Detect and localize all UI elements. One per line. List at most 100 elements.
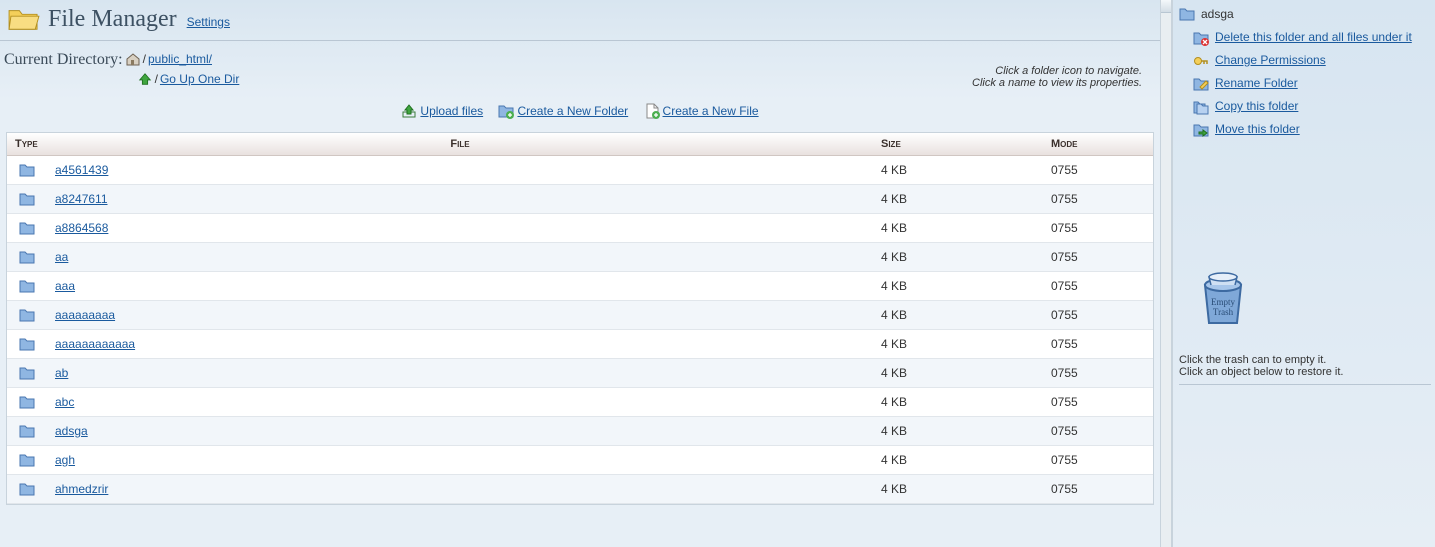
folder-icon[interactable]	[19, 336, 35, 352]
file-mode: 0755	[1043, 360, 1153, 386]
move-folder-link[interactable]: Move this folder	[1215, 121, 1300, 137]
table-row: a8864568 4 KB0755	[7, 214, 1153, 243]
folder-icon[interactable]	[19, 278, 35, 294]
file-name-link[interactable]: aaa	[55, 279, 75, 293]
file-size: 4 KB	[873, 157, 1043, 183]
file-mode: 0755	[1043, 447, 1153, 473]
file-size: 4 KB	[873, 389, 1043, 415]
folder-icon[interactable]	[19, 220, 35, 236]
file-size: 4 KB	[873, 244, 1043, 270]
rename-folder-link[interactable]: Rename Folder	[1215, 75, 1298, 91]
col-header-size[interactable]: Size	[873, 133, 1043, 155]
delete-folder-icon	[1193, 30, 1209, 46]
table-row: agh 4 KB0755	[7, 446, 1153, 475]
upload-files-link[interactable]: Upload files	[420, 104, 483, 118]
folder-icon[interactable]	[19, 481, 35, 497]
file-size: 4 KB	[873, 273, 1043, 299]
go-up-link[interactable]: Go Up One Dir	[160, 72, 239, 86]
file-size: 4 KB	[873, 476, 1043, 502]
table-row: abc 4 KB0755	[7, 388, 1153, 417]
file-name-link[interactable]: aaaaaaaaaaaa	[55, 337, 135, 351]
folder-icon[interactable]	[19, 452, 35, 468]
folder-icon[interactable]	[19, 162, 35, 178]
file-name-link[interactable]: a8247611	[55, 192, 108, 206]
change-permissions-link[interactable]: Change Permissions	[1215, 52, 1326, 68]
folder-icon[interactable]	[19, 249, 35, 265]
home-icon[interactable]	[125, 51, 141, 67]
trash-icon[interactable]	[1199, 271, 1431, 330]
actions-bar: Upload files Create a New Folder Create …	[0, 95, 1160, 128]
page-title: File Manager	[48, 6, 177, 33]
file-mode: 0755	[1043, 215, 1153, 241]
folder-icon[interactable]	[19, 191, 35, 207]
table-row: adsga 4 KB0755	[7, 417, 1153, 446]
col-header-mode[interactable]: Mode	[1043, 133, 1153, 155]
delete-folder-link[interactable]: Delete this folder and all files under i…	[1215, 29, 1412, 45]
file-mode: 0755	[1043, 302, 1153, 328]
file-mode: 0755	[1043, 157, 1153, 183]
upload-icon	[401, 103, 417, 119]
folder-icon	[1179, 6, 1195, 22]
table-row: ahmedzrir 4 KB0755	[7, 475, 1153, 504]
table-row: aaaaaaaaa 4 KB0755	[7, 301, 1153, 330]
table-row: a8247611 4 KB0755	[7, 185, 1153, 214]
trash-help-line1: Click the trash can to empty it.	[1179, 354, 1326, 366]
copy-folder-icon	[1193, 99, 1209, 115]
side-folder-name: adsga	[1201, 7, 1234, 21]
file-mode: 0755	[1043, 389, 1153, 415]
file-mode: 0755	[1043, 418, 1153, 444]
main-scrollbar[interactable]	[1160, 0, 1172, 547]
file-name-link[interactable]: ahmedzrir	[55, 482, 108, 496]
file-mode: 0755	[1043, 476, 1153, 502]
folder-icon[interactable]	[19, 365, 35, 381]
file-size: 4 KB	[873, 360, 1043, 386]
col-header-file[interactable]: File	[47, 133, 873, 155]
key-icon	[1193, 53, 1209, 69]
col-header-type[interactable]: Type	[7, 133, 47, 155]
side-folder-header: adsga	[1179, 4, 1431, 26]
table-row: aaaaaaaaaaaa 4 KB0755	[7, 330, 1153, 359]
trash-help-line2: Click an object below to restore it.	[1179, 366, 1343, 378]
file-name-link[interactable]: a8864568	[55, 221, 108, 235]
new-folder-icon	[498, 103, 514, 119]
file-name-link[interactable]: a4561439	[55, 163, 108, 177]
file-size: 4 KB	[873, 331, 1043, 357]
up-arrow-icon[interactable]	[137, 71, 153, 87]
file-name-link[interactable]: adsga	[55, 424, 88, 438]
side-divider	[1179, 384, 1431, 385]
path-public-html-link[interactable]: public_html/	[148, 52, 212, 66]
file-name-link[interactable]: abc	[55, 395, 74, 409]
file-mode: 0755	[1043, 331, 1153, 357]
table-row: aaa 4 KB0755	[7, 272, 1153, 301]
file-size: 4 KB	[873, 186, 1043, 212]
file-size: 4 KB	[873, 418, 1043, 444]
folder-icon[interactable]	[19, 307, 35, 323]
file-mode: 0755	[1043, 186, 1153, 212]
settings-link[interactable]: Settings	[187, 15, 230, 29]
file-name-link[interactable]: ab	[55, 366, 68, 380]
table-header-row: Type File Size Mode	[7, 133, 1153, 156]
folder-icon[interactable]	[19, 423, 35, 439]
file-mode: 0755	[1043, 244, 1153, 270]
current-directory-label: Current Directory:	[4, 51, 123, 69]
file-mode: 0755	[1043, 273, 1153, 299]
copy-folder-link[interactable]: Copy this folder	[1215, 98, 1298, 114]
create-new-folder-link[interactable]: Create a New Folder	[517, 104, 628, 118]
folder-icon[interactable]	[19, 394, 35, 410]
file-name-link[interactable]: aaaaaaaaa	[55, 308, 115, 322]
file-size: 4 KB	[873, 215, 1043, 241]
table-row: aa 4 KB0755	[7, 243, 1153, 272]
file-name-link[interactable]: agh	[55, 453, 75, 467]
table-row: a4561439 4 KB0755	[7, 156, 1153, 185]
app-folder-icon	[6, 4, 42, 34]
file-size: 4 KB	[873, 447, 1043, 473]
create-new-file-link[interactable]: Create a New File	[663, 104, 759, 118]
header-bar: File Manager Settings	[0, 0, 1160, 41]
file-size: 4 KB	[873, 302, 1043, 328]
rename-icon	[1193, 76, 1209, 92]
new-file-icon	[644, 103, 660, 119]
file-name-link[interactable]: aa	[55, 250, 68, 264]
file-table: Type File Size Mode a45614394 KB0755a824…	[6, 132, 1154, 505]
move-folder-icon	[1193, 122, 1209, 138]
table-row: ab 4 KB0755	[7, 359, 1153, 388]
